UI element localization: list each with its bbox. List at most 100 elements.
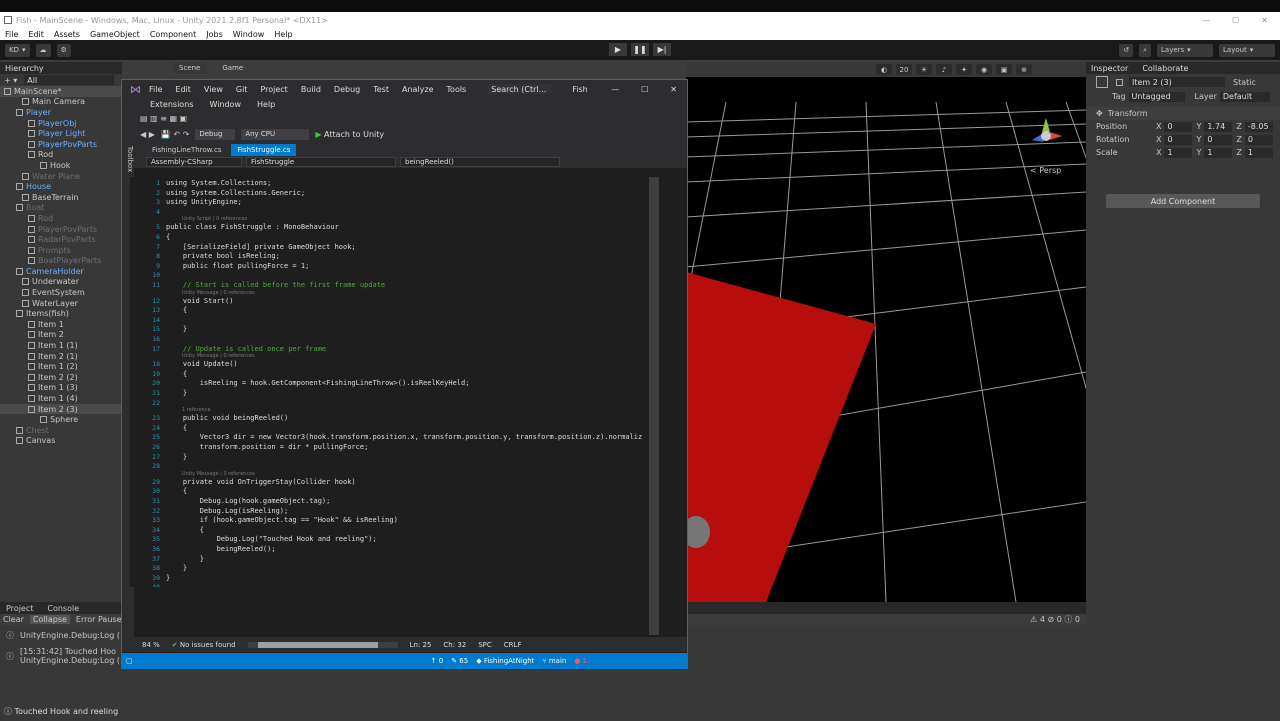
code-line[interactable]: } xyxy=(166,325,187,333)
code-line[interactable]: if (hook.gameObject.tag == "Hook" && isR… xyxy=(166,516,398,524)
menu-gameobject[interactable]: GameObject xyxy=(90,30,140,39)
hierarchy-item[interactable]: Item 2 (3) xyxy=(0,403,122,415)
code-editor[interactable]: 1 using System.Collections; 2 using System.… xyxy=(130,177,650,587)
y-field[interactable]: 0 xyxy=(1204,134,1233,145)
vs-menu-tools[interactable]: Tools xyxy=(447,85,467,94)
code-line[interactable]: } xyxy=(166,574,170,582)
code-line[interactable]: { xyxy=(166,370,187,378)
code-line[interactable]: Debug.Log(hook.gameObject.tag); xyxy=(166,497,331,505)
persp-label[interactable]: < Persp xyxy=(1030,166,1061,175)
maximize-icon[interactable]: ☐ xyxy=(641,85,648,94)
code-line[interactable]: { xyxy=(166,424,187,432)
hierarchy-item[interactable]: Item 2 (2) xyxy=(0,372,122,383)
hierarchy-item[interactable]: WaterLayer xyxy=(0,298,122,309)
hierarchy-item[interactable]: Prompts xyxy=(0,245,122,256)
vs-menu-project[interactable]: Project xyxy=(260,85,287,94)
hierarchy-item[interactable]: EventSystem xyxy=(0,287,122,298)
notifications-icon[interactable]: ▢ xyxy=(126,657,133,665)
object-name-field[interactable]: Item 2 (3) xyxy=(1129,77,1225,87)
x-field[interactable]: 0 xyxy=(1164,121,1193,132)
platform-dropdown[interactable]: Any CPU xyxy=(241,128,310,140)
vs-menu-file[interactable]: File xyxy=(149,85,162,94)
hierarchy-item[interactable]: CameraHolder xyxy=(0,266,122,277)
codelens-hint[interactable]: Unity Script | 0 references xyxy=(182,216,247,222)
tab-inspector[interactable]: Inspector xyxy=(1091,64,1128,73)
push-count[interactable]: ↑ 0 xyxy=(431,657,444,665)
menu-window[interactable]: Window xyxy=(233,30,265,39)
hierarchy-item[interactable]: Player xyxy=(0,107,122,118)
save-icons[interactable]: 💾 ↶ ↷ xyxy=(161,130,189,139)
search-icon[interactable]: ⌕ xyxy=(1139,43,1151,57)
attach-button[interactable]: ▶ Attach to Unity xyxy=(315,130,384,139)
gizmos-icon[interactable]: ⊕ xyxy=(1016,64,1032,75)
code-line[interactable]: } xyxy=(166,564,187,572)
line-ending[interactable]: CRLF xyxy=(504,641,522,649)
branch-name[interactable]: ⑂ main xyxy=(542,657,566,665)
tab-console[interactable]: Console xyxy=(47,604,79,613)
hierarchy-item[interactable]: RadarPovParts xyxy=(0,234,122,245)
minimize-icon[interactable]: — xyxy=(1202,16,1210,25)
layout-dropdown[interactable]: Layout ▾ xyxy=(1219,43,1275,57)
shading-icon[interactable]: ◐ xyxy=(876,64,892,75)
play-button[interactable]: ▶ xyxy=(609,43,627,56)
hierarchy-item[interactable]: Sphere xyxy=(0,414,122,425)
menu-component[interactable]: Component xyxy=(150,30,196,39)
hierarchy-item[interactable]: Item 1 xyxy=(0,319,122,330)
code-line[interactable]: public void beingReeled() xyxy=(166,414,288,422)
y-field[interactable]: 1 xyxy=(1204,147,1233,158)
lighting-icon[interactable]: ☀ xyxy=(916,64,932,75)
vertical-scrollbar[interactable] xyxy=(649,177,659,635)
edits-count[interactable]: ✎ 65 xyxy=(451,657,468,665)
hierarchy-item[interactable]: BoatPlayerParts xyxy=(0,256,122,267)
vs-menu-test[interactable]: Test xyxy=(373,85,389,94)
codelens-hint[interactable]: 1 reference xyxy=(182,407,211,413)
horizontal-scrollbar[interactable] xyxy=(247,641,398,648)
code-line[interactable]: { xyxy=(166,487,187,495)
code-line[interactable]: { xyxy=(166,306,187,314)
code-line[interactable]: private bool isReeling; xyxy=(166,252,280,260)
cloud-icon[interactable]: ☁ xyxy=(35,43,51,57)
y-field[interactable]: 1.74 xyxy=(1204,121,1233,132)
collapse-button[interactable]: Collapse xyxy=(29,615,70,624)
add-component-button[interactable]: Add Component xyxy=(1106,194,1260,208)
layers-dropdown[interactable]: Layers ▾ xyxy=(1157,43,1213,57)
vs-menu-extensions[interactable]: Extensions xyxy=(150,100,193,109)
vs-menu-view[interactable]: View xyxy=(204,85,223,94)
code-line[interactable]: } xyxy=(166,453,187,461)
hierarchy-item[interactable]: Item 1 (3) xyxy=(0,383,122,394)
z-field[interactable]: -8.05 xyxy=(1244,121,1273,132)
menu-file[interactable]: File xyxy=(5,30,18,39)
transform-header[interactable]: ✥ Transform xyxy=(1086,107,1280,120)
maximize-icon[interactable]: ☐ xyxy=(1232,16,1239,25)
code-line[interactable]: Vector3 dir = new Vector3(hook.transform… xyxy=(166,433,643,441)
hierarchy-item[interactable]: BaseTerrain xyxy=(0,192,122,203)
code-line[interactable]: using System.Collections.Generic; xyxy=(166,189,305,197)
code-line[interactable]: using UnityEngine; xyxy=(166,198,242,206)
zoom-level[interactable]: 84 % xyxy=(142,641,160,649)
vs-menu-debug[interactable]: Debug xyxy=(334,85,360,94)
camera-icon[interactable]: ▣ xyxy=(996,64,1012,75)
hierarchy-search[interactable]: All xyxy=(24,75,115,85)
code-line[interactable]: isReeling = hook.GetComponent<FishingLin… xyxy=(166,379,470,387)
project-dropdown[interactable]: Assembly-CSharp xyxy=(146,157,242,167)
whitespace-mode[interactable]: SPC xyxy=(478,641,492,649)
settings-icon[interactable]: ⚙ xyxy=(56,43,71,57)
step-button[interactable]: ▶| xyxy=(653,43,671,56)
tab-scene[interactable]: Scene xyxy=(173,62,207,74)
z-field[interactable]: 0 xyxy=(1244,134,1273,145)
codelens-hint[interactable]: Unity Message | 0 references xyxy=(182,290,255,296)
repo-name[interactable]: ◆ FishingAtNight xyxy=(476,657,534,665)
hierarchy-item[interactable]: Underwater xyxy=(0,277,122,288)
2d-toggle[interactable]: 20 xyxy=(896,64,912,75)
vs-menu-analyze[interactable]: Analyze xyxy=(402,85,434,94)
hierarchy-item[interactable]: Player Light xyxy=(0,128,122,139)
config-dropdown[interactable]: Debug xyxy=(195,128,236,140)
code-line[interactable]: { xyxy=(166,526,204,534)
hierarchy-item[interactable]: Item 2 (1) xyxy=(0,351,122,362)
x-field[interactable]: 1 xyxy=(1164,147,1193,158)
close-icon[interactable]: ✕ xyxy=(670,85,677,94)
hierarchy-item[interactable]: Canvas xyxy=(0,436,122,447)
active-checkbox[interactable] xyxy=(1116,78,1123,86)
hierarchy-item[interactable]: Hook xyxy=(0,160,122,171)
error-badge[interactable]: ● 1 xyxy=(574,657,587,665)
